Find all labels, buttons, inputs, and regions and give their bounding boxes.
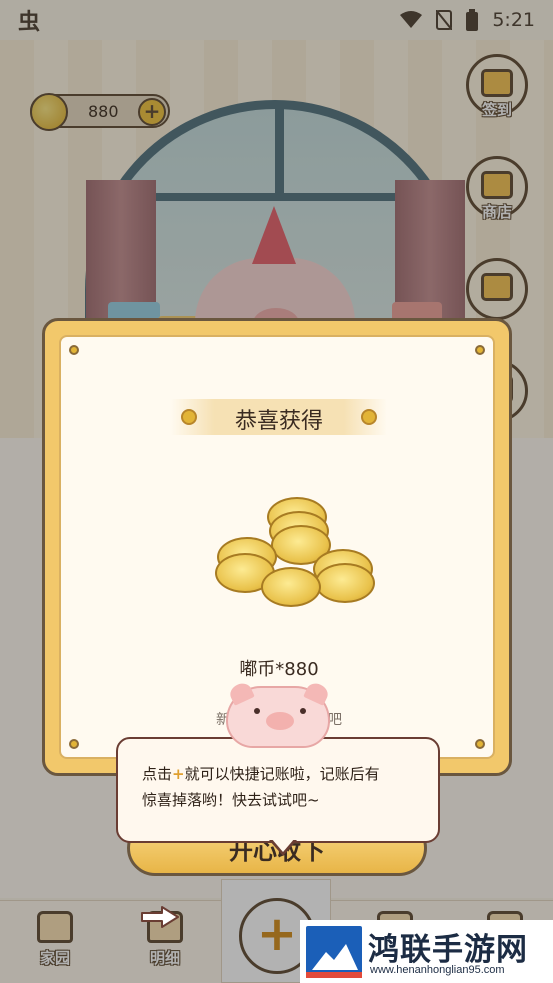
watermark-title: 鸿联手游网 — [368, 932, 528, 968]
plus-glyph: + — [172, 765, 185, 783]
tip-text-b: 就可以快捷记账啦，记账后有 — [184, 765, 380, 783]
watermark-url: www.henanhonglian95.com — [370, 964, 505, 976]
tip-bubble: 点击+就可以快捷记账啦，记账后有 惊喜掉落哟！快去试试吧~ — [116, 737, 440, 843]
pig-snout — [266, 712, 294, 730]
pointer-arrow-icon — [141, 906, 179, 928]
reward-title: 恭喜获得 — [234, 409, 323, 434]
tip-text-a: 点击 — [142, 765, 173, 783]
deer-logo-icon — [306, 926, 362, 978]
watermark: 鸿联手游网 www.henanhonglian95.com — [300, 920, 553, 983]
tip-text-c: 惊喜掉落哟！快去试试吧~ — [142, 791, 320, 809]
pig-mascot — [226, 680, 331, 748]
reward-amount: 嘟币*880 — [239, 659, 319, 680]
coin-pile-icon — [211, 497, 381, 617]
title-ribbon: 恭喜获得 — [171, 399, 387, 435]
